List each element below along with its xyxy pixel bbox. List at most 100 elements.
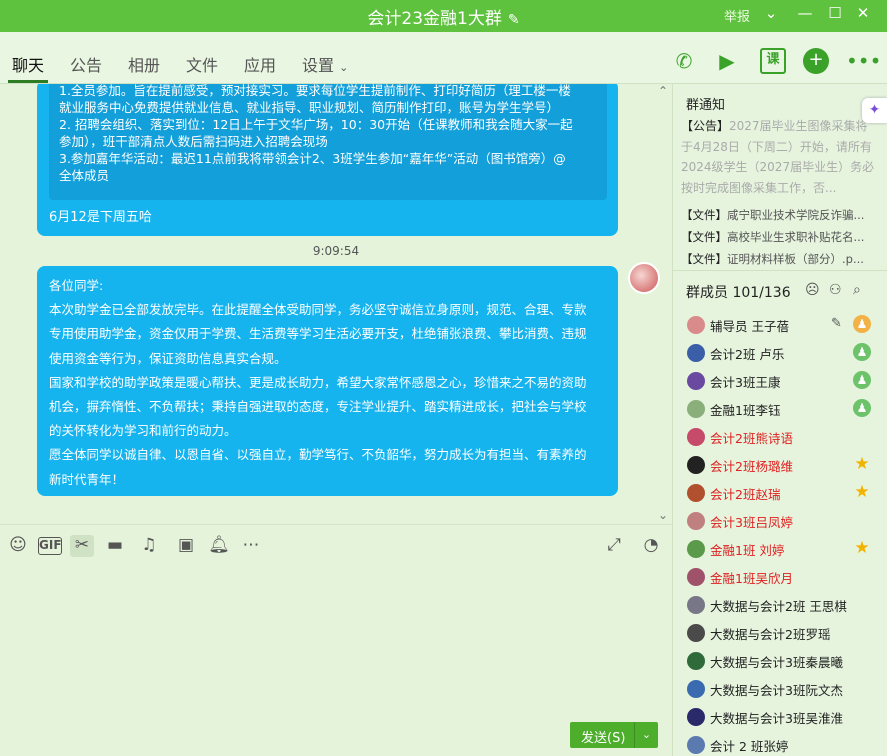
tab-chat[interactable]: 聊天 bbox=[12, 52, 44, 76]
avatar[interactable] bbox=[687, 372, 705, 390]
send-options-icon[interactable]: ⌄ bbox=[634, 722, 658, 748]
more-icon[interactable]: ••• bbox=[846, 48, 881, 74]
member-name: 会计3班王康 bbox=[710, 375, 781, 390]
group-side-panel: 群通知 【公告】2027届毕业生图像采集将于4月28日（下周二）开始，请所有20… bbox=[672, 84, 887, 756]
member-item[interactable]: 会计2班 卢乐 ♟ bbox=[673, 339, 887, 367]
avatar[interactable] bbox=[687, 680, 705, 698]
group-name: 会计23金融1大群 bbox=[367, 9, 502, 29]
member-item[interactable]: 大数据与会计3班吴淮淮 bbox=[673, 703, 887, 731]
tab-files[interactable]: 文件 bbox=[186, 52, 218, 76]
quoted-message: 1.全员参加。旨在提前感受，预对接实习。要求每位学生提前制作、打印好简历（理工楼… bbox=[49, 84, 607, 200]
avatar[interactable] bbox=[687, 736, 705, 754]
message-line: 使用资金等行为，保证资助信息真实合规。 bbox=[49, 350, 287, 366]
avatar[interactable] bbox=[687, 624, 705, 642]
member-item[interactable]: 会计 2 班张婷 bbox=[673, 731, 887, 756]
edit-name-icon[interactable]: ✎ bbox=[508, 12, 520, 28]
file-item[interactable]: 【文件】高校毕业生求职补贴花名... bbox=[681, 226, 881, 248]
image-icon[interactable]: ▣ bbox=[174, 535, 198, 557]
avatar[interactable] bbox=[687, 512, 705, 530]
avatar[interactable] bbox=[687, 316, 705, 334]
send-label: 发送(S) bbox=[581, 731, 626, 746]
search-icon[interactable]: ⌕ bbox=[853, 282, 861, 298]
title-bar: 会计23金融1大群 ✎ 举报 ⌄ — ☐ ✕ bbox=[0, 0, 887, 32]
member-item[interactable]: 大数据与会计2班 王思棋 bbox=[673, 591, 887, 619]
expand-icon[interactable]: ⤢ bbox=[602, 535, 626, 557]
tab-apps[interactable]: 应用 bbox=[244, 52, 276, 76]
message-bubble[interactable]: 各位同学: 本次助学金已全部发放完毕。在此提醒全体受助同学，务必坚守诚信立身原则… bbox=[37, 266, 618, 496]
minimize-button[interactable]: — bbox=[794, 4, 816, 26]
send-button[interactable]: 发送(S) ⌄ bbox=[570, 722, 658, 748]
member-item[interactable]: 大数据与会计3班阮文杰 bbox=[673, 675, 887, 703]
avatar[interactable] bbox=[687, 652, 705, 670]
close-button[interactable]: ✕ bbox=[852, 4, 874, 26]
file-name: 高校毕业生求职补贴花名... bbox=[727, 230, 865, 244]
member-list: 辅导员 王子蓓 ✎ ♟ 会计2班 卢乐 ♟ 会计3班王康 ♟ 金融1班李钰 ♟ 会计2班熊诗语 会计… bbox=[673, 311, 887, 756]
star-icon: ★ bbox=[854, 454, 870, 474]
file-item[interactable]: 【文件】咸宁职业技术学院反诈骗... bbox=[681, 204, 881, 226]
video-icon[interactable]: ▶ bbox=[714, 48, 740, 74]
window-title: 会计23金融1大群 ✎ bbox=[0, 4, 887, 29]
group-notice-title[interactable]: 群通知 bbox=[686, 94, 725, 113]
collapse-icon[interactable]: ⌃ bbox=[658, 84, 668, 98]
phone-icon[interactable]: ✆ bbox=[671, 48, 697, 74]
member-name: 大数据与会计2班 王思棋 bbox=[710, 599, 847, 614]
member-name: 金融1班李钰 bbox=[710, 403, 781, 418]
file-tag: 【文件】 bbox=[681, 252, 727, 266]
add-member-icon[interactable]: ⚇ bbox=[829, 282, 842, 298]
dropdown-icon[interactable]: ⌄ bbox=[760, 4, 782, 26]
member-item[interactable]: 会计3班吕凤婷 bbox=[673, 507, 887, 535]
quote-line: 2. 招聘会组织、落实到位：12日上午于文华广场，10：30开始（任课教师和我会… bbox=[59, 117, 573, 132]
bell-icon[interactable]: 🔔︎ bbox=[207, 535, 231, 557]
tab-settings[interactable]: 设置 ⌄ bbox=[302, 52, 348, 76]
edit-icon[interactable]: ✎ bbox=[831, 316, 842, 331]
file-item[interactable]: 【文件】证明材料样板（部分）.p... bbox=[681, 248, 881, 270]
member-item[interactable]: 会计2班赵瑞 ★ bbox=[673, 479, 887, 507]
tab-bar: 聊天 公告 相册 文件 应用 设置 ⌄ ✆ ▶ 课 + ••• bbox=[0, 32, 887, 84]
quote-line: 参加），班干部清点人数后需扫码进入招聘会现场 bbox=[59, 134, 328, 149]
scroll-down-icon[interactable]: ⌄ bbox=[658, 508, 668, 522]
avatar[interactable] bbox=[687, 456, 705, 474]
member-item[interactable]: 大数据与会计3班秦晨曦 bbox=[673, 647, 887, 675]
quote-line: 全体成员 bbox=[59, 168, 110, 183]
tab-album[interactable]: 相册 bbox=[128, 52, 160, 76]
message-bubble[interactable]: 1.全员参加。旨在提前感受，预对接实习。要求每位学生提前制作、打印好简历（理工楼… bbox=[37, 84, 618, 236]
report-link[interactable]: 举报 bbox=[724, 6, 750, 25]
gif-icon[interactable]: GIF bbox=[38, 537, 62, 555]
member-item[interactable]: 会计2班杨璐维 ★ bbox=[673, 451, 887, 479]
class-icon[interactable]: 课 bbox=[760, 48, 786, 74]
avatar[interactable] bbox=[687, 540, 705, 558]
chat-area[interactable]: 1.全员参加。旨在提前感受，预对接实习。要求每位学生提前制作、打印好简历（理工楼… bbox=[0, 84, 672, 524]
assistant-icon[interactable]: ✦ bbox=[862, 98, 887, 123]
music-icon[interactable]: ♫ bbox=[137, 535, 161, 557]
history-icon[interactable]: ◔ bbox=[639, 535, 663, 557]
add-app-icon[interactable]: + bbox=[803, 48, 829, 74]
message-line: 的关怀转化为学习和前行的动力。 bbox=[49, 423, 237, 439]
avatar[interactable] bbox=[687, 708, 705, 726]
member-item[interactable]: 辅导员 王子蓓 ✎ ♟ bbox=[673, 311, 887, 339]
tab-settings-label: 设置 bbox=[302, 56, 335, 75]
member-name: 会计2班赵瑞 bbox=[710, 487, 781, 502]
member-item[interactable]: 会计3班王康 ♟ bbox=[673, 367, 887, 395]
admin-badge-icon: ♟ bbox=[853, 371, 871, 389]
member-item[interactable]: 金融1班吴欣月 bbox=[673, 563, 887, 591]
avatar[interactable] bbox=[628, 262, 660, 294]
member-item[interactable]: 会计2班熊诗语 bbox=[673, 423, 887, 451]
member-item[interactable]: 大数据与会计2班罗瑶 bbox=[673, 619, 887, 647]
avatar[interactable] bbox=[687, 344, 705, 362]
member-item[interactable]: 金融1班 刘婷 ★ bbox=[673, 535, 887, 563]
avatar[interactable] bbox=[687, 568, 705, 586]
avatar[interactable] bbox=[687, 484, 705, 502]
folder-icon[interactable]: ▬ bbox=[103, 535, 127, 557]
avatar[interactable] bbox=[687, 400, 705, 418]
chat-member-icon[interactable]: ☹ bbox=[805, 282, 820, 298]
quote-line: 3.参加嘉年华活动：最迟11点前我将带领会计2、3班学生参加“嘉年华”活动（图书… bbox=[59, 151, 566, 166]
member-item[interactable]: 金融1班李钰 ♟ bbox=[673, 395, 887, 423]
avatar[interactable] bbox=[687, 596, 705, 614]
tab-announcement[interactable]: 公告 bbox=[70, 52, 102, 76]
avatar[interactable] bbox=[687, 428, 705, 446]
group-notice[interactable]: 【公告】2027届毕业生图像采集将于4月28日（下周二）开始，请所有2024级学… bbox=[681, 116, 875, 198]
scissors-icon[interactable]: ✂ bbox=[70, 535, 94, 557]
maximize-button[interactable]: ☐ bbox=[824, 4, 846, 26]
more-icon[interactable]: ⋯ bbox=[239, 535, 263, 557]
emoji-icon[interactable]: ☺ bbox=[6, 535, 30, 557]
